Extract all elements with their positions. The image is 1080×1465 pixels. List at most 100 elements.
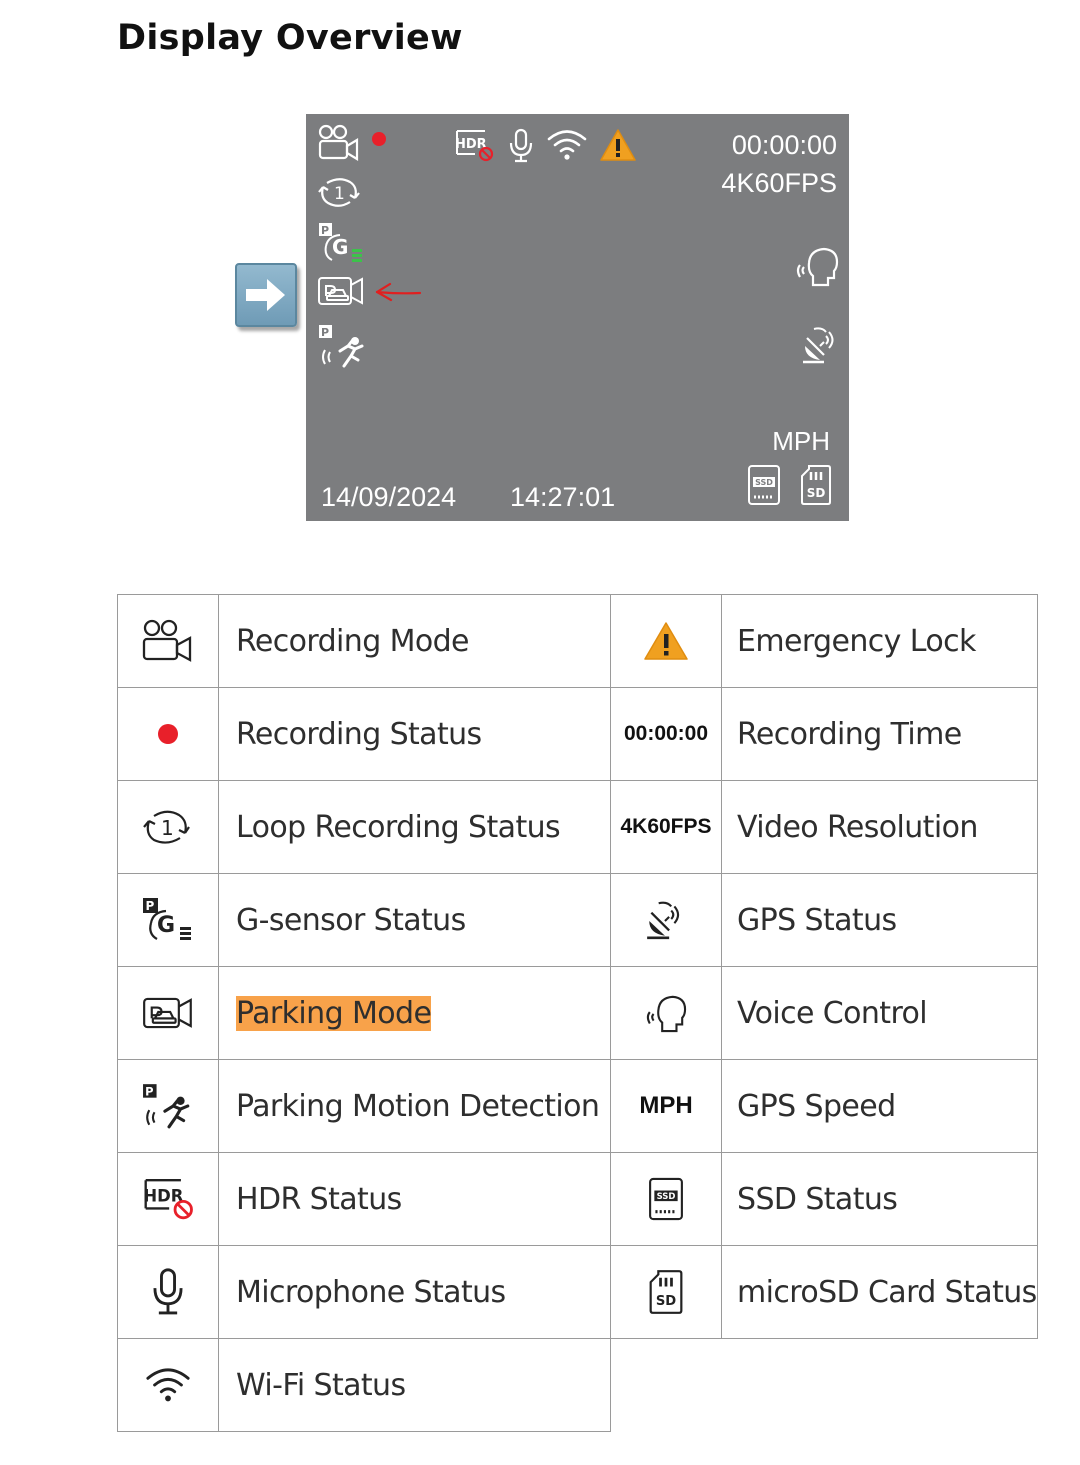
dashcam-screen: HDR 00:00:00 4K60FPS 1 P G P MPH SSD SD … [306,114,849,521]
recording-mode-icon [318,124,360,162]
g-sensor-icon: P G [143,898,191,940]
legend-label: HDR Status [236,1181,402,1217]
legend-label: GPS Status [737,902,897,938]
recording-time: 00:00:00 [731,130,837,160]
annotation-arrow-icon [373,280,423,304]
page-title: Display Overview [117,18,463,58]
parking-mode-icon [317,275,365,307]
date-display: 14/09/2024 [321,482,457,512]
legend-label-cell: SSD Status [721,1152,1038,1246]
svg-text:P: P [321,326,329,339]
legend-label-cell: Emergency Lock [721,594,1038,688]
ssd-icon-text: SSD [755,478,773,487]
icon-cell: 1 [117,780,219,874]
gps-satellite-icon [800,324,842,366]
legend-label-cell: Recording Time [721,687,1038,781]
g-sensor-p-text: P [321,224,329,237]
svg-text:G: G [157,913,175,938]
recording-status-icon [158,724,178,744]
code-cell: 4K60FPS [610,780,722,874]
legend-label: Loop Recording Status [236,809,561,845]
video-resolution: 4K60FPS [721,168,837,198]
legend-label-cell: HDR Status [218,1152,611,1246]
ssd-icon: SSD [747,464,781,506]
table-row: P G G-sensor Status GPS Status [117,873,1038,967]
legend-label: Emergency Lock [737,623,976,659]
wifi-icon [546,128,588,162]
legend-label: microSD Card Status [737,1274,1037,1310]
legend-label: Video Resolution [737,809,978,845]
recording-status-icon [371,131,387,147]
legend-label-cell: Parking Motion Detection [218,1059,611,1153]
table-row: Wi-Fi Status [117,1338,1038,1432]
warning-icon [599,128,637,162]
svg-text:1: 1 [161,816,174,840]
recording-mode-icon [142,619,192,662]
icon-cell: P G [117,873,219,967]
warning-icon [644,622,688,660]
code-cell: 00:00:00 [610,687,722,781]
table-row: Microphone Status SD microSD Card Status [117,1245,1038,1339]
legend-label-cell: Recording Status [218,687,611,781]
legend-label: G-sensor Status [236,902,466,938]
icon-cell [117,1338,219,1432]
table-row: Recording Status 00:00:00 Recording Time [117,687,1038,781]
empty-cell [611,1339,1038,1432]
legend-label: Wi-Fi Status [236,1367,406,1403]
legend-label-cell: G-sensor Status [218,873,611,967]
microsd-icon: SD [649,1270,683,1314]
loop-recording-icon: 1 [317,174,363,210]
legend-label-cell: GPS Status [721,873,1038,967]
g-sensor-icon: P G [318,222,366,264]
legend-label-cell: Parking Mode [218,966,611,1060]
table-row: P Parking Motion Detection MPH GPS Speed [117,1059,1038,1153]
right-arrow-icon [246,279,285,311]
speed-unit-code: MPH [639,1092,693,1119]
sd-icon-text: SD [807,486,826,500]
svg-text:P: P [146,899,155,913]
svg-text:SSD: SSD [657,1191,676,1201]
table-row: 1 Loop Recording Status 4K60FPS Video Re… [117,780,1038,874]
hdr-icon: HDR [453,128,495,164]
icon-cell: SSD [610,1152,722,1246]
legend-label: GPS Speed [737,1088,896,1124]
table-row: HDR HDR Status SSD SSD Status [117,1152,1038,1246]
pointer-arrow-button [235,263,297,327]
parking-motion-icon: P [143,1084,190,1129]
legend-label: Recording Status [236,716,482,752]
code-cell: MPH [610,1059,722,1153]
speed-unit: MPH [772,426,830,456]
legend-label-cell: Recording Mode [218,594,611,688]
voice-control-icon [646,995,687,1033]
legend-table: Recording Mode Emergency Lock Recording … [117,594,1038,1432]
icon-cell [117,687,219,781]
table-row: Recording Mode Emergency Lock [117,594,1038,688]
legend-label-cell: Voice Control [721,966,1038,1060]
legend-label: Recording Mode [236,623,470,659]
voice-control-icon [794,245,840,287]
icon-cell [117,966,219,1060]
table-row: Parking Mode Voice Control [117,966,1038,1060]
legend-label: SSD Status [737,1181,898,1217]
icon-cell [610,873,722,967]
loop-recording-icon: 1 [143,810,190,844]
legend-label-cell: Wi-Fi Status [218,1338,611,1432]
icon-cell: P [117,1059,219,1153]
legend-label: Parking Motion Detection [236,1088,600,1124]
icon-cell [117,594,219,688]
icon-cell [117,1245,219,1339]
microsd-icon: SD [800,464,832,506]
icon-cell: HDR [117,1152,219,1246]
wifi-icon [146,1368,190,1402]
ssd-icon: SSD [649,1177,683,1221]
svg-text:1: 1 [334,184,345,204]
microphone-icon [508,128,534,164]
parking-mode-icon [143,997,192,1029]
legend-label-cell: Loop Recording Status [218,780,611,874]
g-sensor-g-text: G [332,235,348,259]
legend-label: Recording Time [737,716,962,752]
icon-cell: SD [610,1245,722,1339]
svg-text:P: P [145,1085,153,1099]
parking-motion-icon: P [318,324,368,368]
legend-label-cell: microSD Card Status [721,1245,1038,1339]
